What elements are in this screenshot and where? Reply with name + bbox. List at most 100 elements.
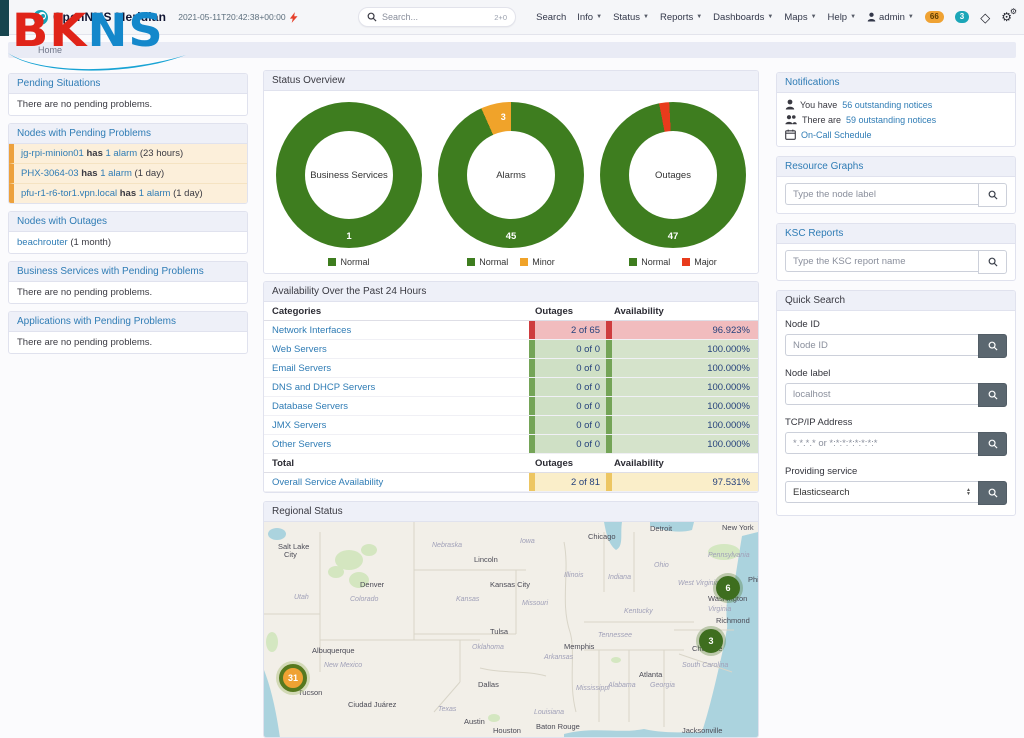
map-state-label: New Mexico — [324, 662, 362, 669]
quick-search-button[interactable] — [978, 481, 1007, 505]
region-map[interactable]: Salt LakeCityDenverLincolnKansas CityChi… — [264, 522, 758, 738]
category-link[interactable]: Email Servers — [272, 363, 331, 374]
status-overview-title: Status Overview — [264, 71, 758, 91]
notification-link[interactable]: 56 outstanding notices — [842, 100, 932, 110]
availability-outages-cell: Outages — [529, 454, 606, 472]
alarm-row-text: has — [79, 168, 101, 179]
select-value: Elasticsearch — [793, 487, 850, 498]
map-marker-6[interactable]: 6 — [716, 576, 740, 600]
map-label: Kansas City — [490, 580, 530, 589]
donut-business-services[interactable]: Business Services1 — [276, 102, 422, 248]
quick-search-input[interactable] — [785, 383, 978, 405]
gears-icon[interactable]: ⚙⚙ — [1001, 10, 1012, 24]
node-link[interactable]: pfu-r1-r6-tor1.vpn.local — [21, 188, 117, 199]
legend-label: Major — [694, 257, 717, 267]
alarm-link[interactable]: 1 alarm — [139, 188, 171, 199]
donut-value: 1 — [276, 231, 422, 242]
map-label: Ciudad Juárez — [348, 700, 396, 709]
availability-row: JMX Servers0 of 0100.000% — [264, 416, 758, 435]
map-label: Dallas — [478, 680, 499, 689]
category-link[interactable]: Other Servers — [272, 439, 331, 450]
ksc-reports-search-button[interactable] — [978, 250, 1007, 274]
panel-title[interactable]: Nodes with Outages — [9, 212, 247, 232]
ksc-reports-input[interactable] — [785, 250, 978, 272]
map-label: Atlanta — [639, 670, 662, 679]
quick-search-group: Providing serviceElasticsearch▲▼ — [777, 466, 1015, 505]
chevron-down-icon: ▼ — [908, 14, 914, 20]
notification-badge-1[interactable]: 66 — [925, 11, 944, 23]
donut-outages[interactable]: Outages47 — [600, 102, 746, 248]
quick-search-button[interactable] — [978, 334, 1007, 358]
notification-badge-2[interactable]: 3 — [955, 11, 969, 23]
nav-item-dashboards[interactable]: Dashboards▼ — [713, 12, 773, 23]
map-marker-3[interactable]: 3 — [699, 629, 723, 653]
map-state-label: Texas — [438, 706, 456, 713]
quick-search-button[interactable] — [978, 383, 1007, 407]
brand[interactable]: OpenNMS Meridian — [33, 10, 166, 25]
node-link[interactable]: PHX-3064-03 — [21, 168, 79, 179]
quick-search-title: Quick Search — [777, 291, 1015, 311]
availability-outages-cell: 2 of 65 — [529, 321, 606, 339]
availability-row: Network Interfaces2 of 6596.923% — [264, 321, 758, 340]
nav-item-status[interactable]: Status▼ — [613, 12, 649, 23]
nav-item-help[interactable]: Help▼ — [828, 12, 857, 23]
resource-graphs-input[interactable] — [785, 183, 978, 205]
quick-search-input[interactable] — [785, 334, 978, 356]
availability-availability-cell: Availability — [606, 302, 758, 320]
quick-search-button[interactable] — [978, 432, 1007, 456]
node-link[interactable]: beachrouter — [17, 237, 68, 248]
category-link[interactable]: Overall Service Availability — [272, 477, 383, 488]
map-state-label: Louisiana — [534, 709, 564, 716]
nav-item-maps[interactable]: Maps▼ — [784, 12, 816, 23]
availability-category: Overall Service Availability — [264, 473, 529, 491]
resource-graphs-title[interactable]: Resource Graphs — [777, 157, 1015, 177]
map-label: Chicago — [588, 532, 616, 541]
alarm-link[interactable]: 1 alarm — [106, 148, 138, 159]
notification-link[interactable]: On-Call Schedule — [801, 130, 872, 140]
notification-link[interactable]: 59 outstanding notices — [846, 115, 936, 125]
legend-item: Normal — [629, 257, 670, 267]
notifications-title[interactable]: Notifications — [777, 73, 1015, 93]
category-link[interactable]: JMX Servers — [272, 420, 326, 431]
nav-item-reports[interactable]: Reports▼ — [660, 12, 702, 23]
node-link[interactable]: jg-rpi-minion01 — [21, 148, 84, 159]
breadcrumb-home[interactable]: Home — [38, 45, 62, 55]
category-link[interactable]: Database Servers — [272, 401, 348, 412]
providing-service-select[interactable]: Elasticsearch▲▼ — [785, 481, 978, 503]
panel-title[interactable]: Nodes with Pending Problems — [9, 124, 247, 144]
alarm-link[interactable]: 1 alarm — [100, 168, 132, 179]
nav-item-search[interactable]: Search — [536, 12, 566, 23]
chevron-down-icon: ▼ — [811, 14, 817, 20]
global-search-input[interactable]: Search... 2+0 — [358, 7, 516, 27]
legend-item: Minor — [520, 257, 555, 267]
diamond-icon[interactable]: ◇ — [980, 11, 990, 24]
map-label: Baton Rouge — [536, 722, 580, 731]
ksc-reports-panel: KSC Reports — [776, 223, 1016, 281]
availability-availability-cell: 100.000% — [606, 397, 758, 415]
left-panel-0: Pending SituationsThere are no pending p… — [8, 73, 248, 116]
donut-alarms[interactable]: Alarms453 — [438, 102, 584, 248]
nav-item-info[interactable]: Info▼ — [577, 12, 602, 23]
map-label: Detroit — [650, 524, 672, 533]
search-icon — [367, 12, 377, 22]
category-link[interactable]: DNS and DHCP Servers — [272, 382, 375, 393]
availability-outages-cell: 0 of 0 — [529, 416, 606, 434]
resource-graphs-search-button[interactable] — [978, 183, 1007, 207]
notification-row: There are 59 outstanding notices — [777, 112, 1015, 127]
quick-search-input[interactable] — [785, 432, 978, 454]
category-link[interactable]: Web Servers — [272, 344, 327, 355]
nav-item-admin[interactable]: admin▼ — [867, 12, 914, 23]
panel-title[interactable]: Pending Situations — [9, 74, 247, 94]
map-state-label: Georgia — [650, 682, 675, 689]
ksc-reports-title[interactable]: KSC Reports — [777, 224, 1015, 244]
search-icon — [988, 257, 998, 267]
panel-title[interactable]: Business Services with Pending Problems — [9, 262, 247, 282]
map-label: City — [284, 550, 297, 559]
panel-title[interactable]: Applications with Pending Problems — [9, 312, 247, 332]
map-marker-31[interactable]: 31 — [279, 664, 307, 692]
category-link[interactable]: Network Interfaces — [272, 325, 351, 336]
quick-search-label: Node ID — [785, 319, 1007, 330]
alarm-age: (23 hours) — [137, 148, 183, 159]
map-state-label: Utah — [294, 594, 309, 601]
quick-search-panel: Quick Search Node IDNode labelTCP/IP Add… — [776, 290, 1016, 516]
